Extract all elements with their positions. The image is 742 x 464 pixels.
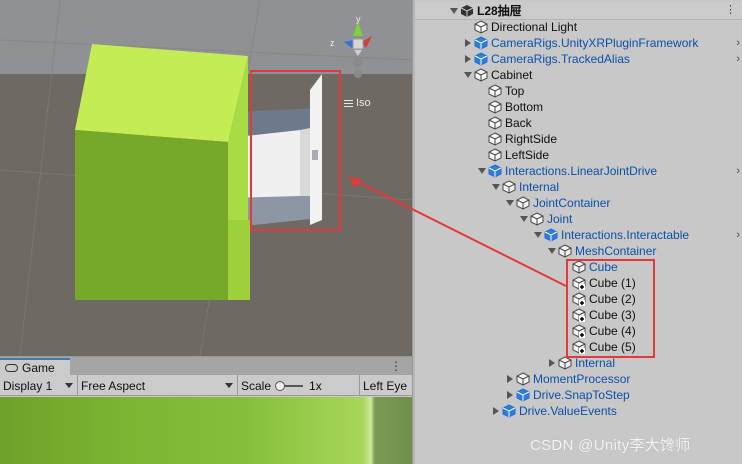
scene-root-label: L28抽屉 xyxy=(477,4,522,18)
chevron-right-icon[interactable] xyxy=(505,390,515,400)
hierarchy-scene-root[interactable]: L28抽屉 ⋮ xyxy=(415,2,742,20)
gameobject-icon xyxy=(487,100,504,114)
prefab-icon xyxy=(473,52,490,66)
gamepad-icon xyxy=(5,364,18,372)
aspect-dropdown-label: Free Aspect xyxy=(81,378,146,393)
hierarchy-item-label: RightSide xyxy=(505,132,558,146)
hierarchy-more-options-icon[interactable]: ⋮ xyxy=(725,3,736,16)
tab-game-label: Game xyxy=(22,361,55,375)
game-viewport[interactable] xyxy=(0,397,412,464)
hierarchy-item[interactable]: LeftSide xyxy=(415,147,742,163)
chevron-down-icon[interactable] xyxy=(449,6,459,16)
hierarchy-highlight-box xyxy=(566,259,655,358)
prefab-icon xyxy=(501,404,518,418)
chevron-right-icon[interactable]: › xyxy=(736,229,740,241)
hierarchy-item-label: Top xyxy=(505,84,525,98)
gameobject-icon xyxy=(557,356,574,370)
chevron-down-icon xyxy=(65,383,73,388)
gameobject-icon xyxy=(515,372,532,386)
hierarchy-item-label: Directional Light xyxy=(491,20,578,34)
chevron-right-icon[interactable]: › xyxy=(736,165,740,177)
view-mode-text: Iso xyxy=(356,97,371,109)
hierarchy-item-label: Cabinet xyxy=(491,68,533,82)
prefab-icon xyxy=(515,388,532,402)
prefab-icon xyxy=(473,36,490,50)
hierarchy-item[interactable]: Directional Light xyxy=(415,19,742,35)
gameobject-icon xyxy=(487,148,504,162)
svg-text:z: z xyxy=(330,38,335,48)
hierarchy-item[interactable]: CameraRigs.UnityXRPluginFramework › xyxy=(415,35,742,51)
tab-game[interactable]: Game xyxy=(0,358,70,376)
hierarchy-item-label: Drive.ValueEvents xyxy=(519,404,617,418)
hierarchy-item-label: LeftSide xyxy=(505,148,550,162)
hierarchy-item-label: Drive.SnapToStep xyxy=(533,388,630,402)
chevron-right-icon[interactable] xyxy=(491,406,501,416)
hierarchy-item-label: CameraRigs.UnityXRPluginFramework xyxy=(491,36,699,50)
hierarchy-item-label: Bottom xyxy=(505,100,544,114)
svg-text:y: y xyxy=(356,14,361,24)
gameobject-icon xyxy=(487,132,504,146)
menu-lines-icon xyxy=(344,99,353,107)
hierarchy-item[interactable]: RightSide xyxy=(415,131,742,147)
hierarchy-item[interactable]: MomentProcessor xyxy=(415,371,742,387)
chevron-right-icon[interactable]: › xyxy=(736,53,740,65)
chevron-right-icon[interactable] xyxy=(463,54,473,64)
gameobject-icon xyxy=(487,116,504,130)
display-dropdown-label: Display 1 xyxy=(3,378,53,393)
gameobject-icon xyxy=(473,68,490,82)
chevron-right-icon[interactable] xyxy=(547,358,557,368)
hierarchy-item[interactable]: Back xyxy=(415,115,742,131)
scale-label: Scale xyxy=(241,378,272,393)
hierarchy-item[interactable]: CameraRigs.TrackedAlias › xyxy=(415,51,742,67)
chevron-right-icon[interactable]: › xyxy=(736,37,740,49)
eye-dropdown-label: Left Eye xyxy=(363,378,408,393)
aspect-dropdown[interactable]: Free Aspect xyxy=(78,375,238,396)
gameobject-icon xyxy=(487,84,504,98)
chevron-down-icon xyxy=(225,383,233,388)
hierarchy-item[interactable]: Top xyxy=(415,83,742,99)
hierarchy-item[interactable]: Drive.ValueEvents xyxy=(415,403,742,419)
chevron-down-icon[interactable] xyxy=(463,70,473,80)
scale-slider[interactable] xyxy=(275,380,304,391)
hierarchy-item-label: Interactions.Interactable xyxy=(561,228,690,242)
chevron-right-icon[interactable] xyxy=(463,38,473,48)
scale-slider-knob[interactable] xyxy=(275,380,286,391)
eye-dropdown[interactable]: Left Eye xyxy=(360,375,412,396)
chevron-right-icon[interactable] xyxy=(505,374,515,384)
hierarchy-item-label: Internal xyxy=(575,356,616,370)
unity-scene-icon xyxy=(460,4,474,17)
hierarchy-item[interactable]: Cabinet xyxy=(415,67,742,83)
gameobject-icon xyxy=(473,20,490,34)
display-dropdown[interactable]: Display 1 xyxy=(0,375,78,396)
watermark: CSDN @Unity李大馋师 xyxy=(530,437,691,454)
view-mode-label[interactable]: Iso xyxy=(344,97,371,109)
game-toolbar: Display 1 Free Aspect Scale 1x Left Eye xyxy=(0,375,412,396)
scale-value: 1x xyxy=(309,378,322,393)
hierarchy-item-label: MeshContainer xyxy=(575,244,657,258)
hierarchy-item-label: Back xyxy=(505,116,532,130)
game-more-options-icon[interactable]: ⋮ xyxy=(390,359,402,373)
orientation-gizmo[interactable]: y z xyxy=(328,12,388,84)
scale-control: Scale 1x xyxy=(238,375,360,396)
hierarchy-item[interactable]: Drive.SnapToStep xyxy=(415,387,742,403)
hierarchy-item-label: CameraRigs.TrackedAlias xyxy=(491,52,630,66)
hierarchy-item-label: MomentProcessor xyxy=(533,372,631,386)
game-tab-bar: Game ⋮ xyxy=(0,356,412,376)
annotation-arrow xyxy=(348,177,567,287)
hierarchy-item[interactable]: Bottom xyxy=(415,99,742,115)
